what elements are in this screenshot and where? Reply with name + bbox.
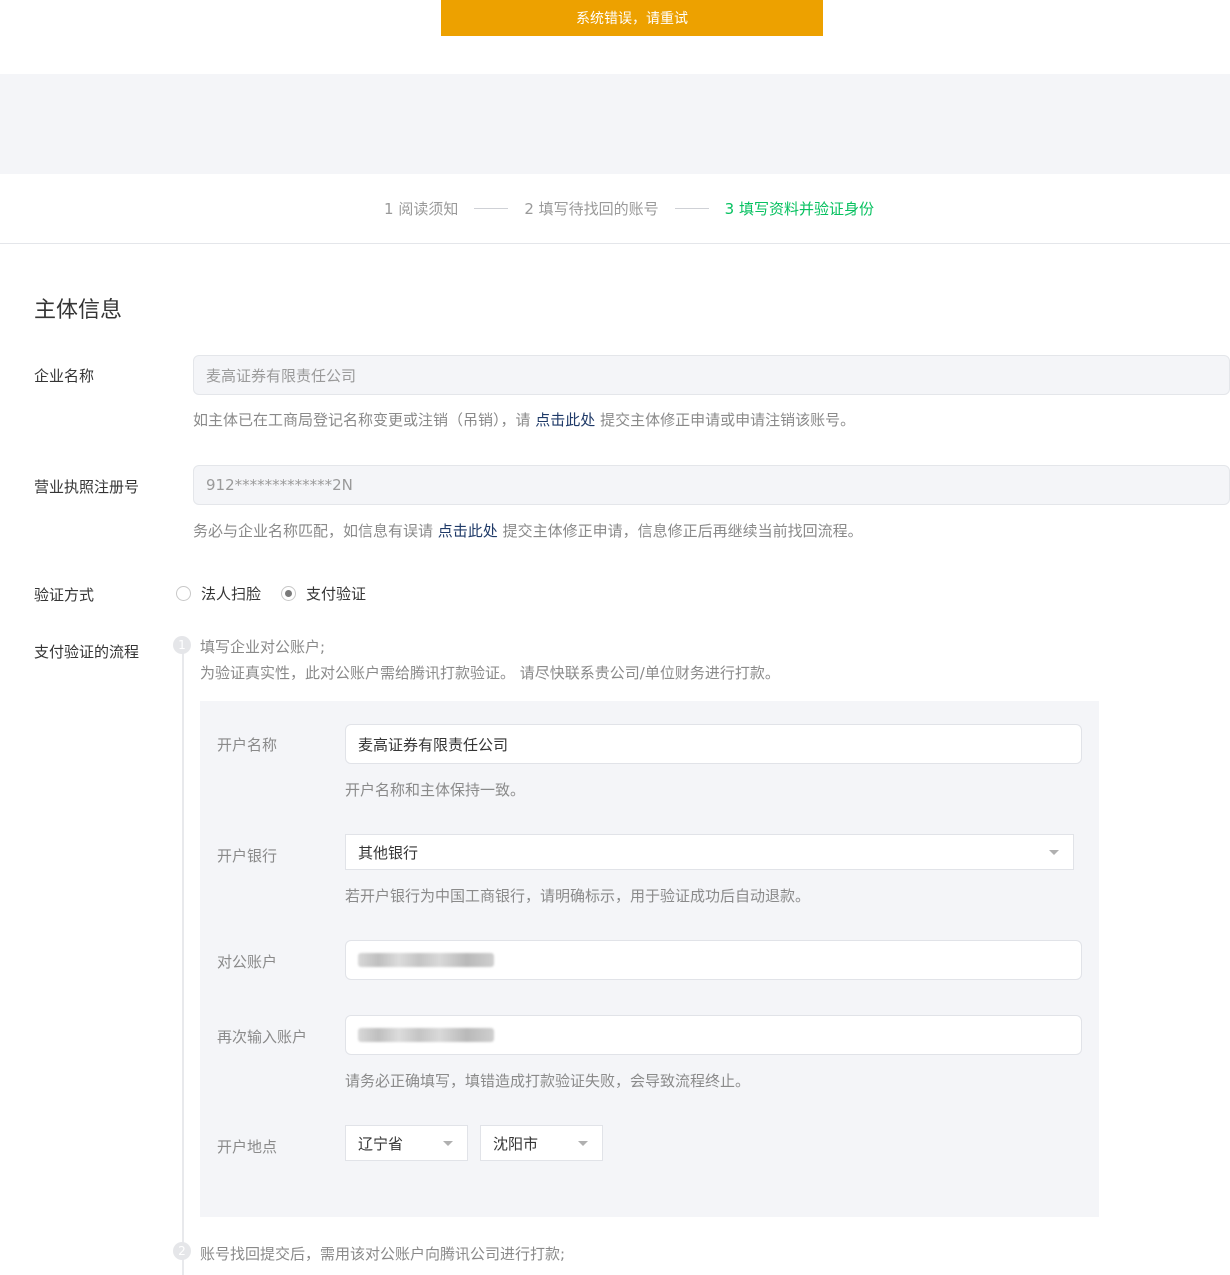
radio-label: 法人扫脸 [201, 585, 262, 603]
account-repeat-hint: 请务必正确填写，填错造成打款验证失败，会导致流程终止。 [345, 1072, 751, 1090]
account-repeat-label: 再次输入账户 [217, 1028, 308, 1046]
company-name-field: 麦高证券有限责任公司 [193, 355, 1230, 395]
verify-method-radio-group: 法人扫脸 支付验证 [176, 583, 386, 604]
payment-flow-label: 支付验证的流程 [34, 643, 140, 661]
hint-text: 务必与企业名称匹配，如信息有误请 [193, 522, 438, 540]
bank-select-value: 其他银行 [358, 843, 419, 862]
error-toast: 系统错误，请重试 [441, 0, 823, 36]
flow-step-number: 1 [173, 636, 191, 654]
header-banner [0, 74, 1230, 174]
hint-text: 如主体已在工商局登记名称变更或注销（吊销），请 [193, 411, 536, 429]
flow-step-number: 2 [173, 1242, 191, 1260]
radio-face-scan[interactable]: 法人扫脸 [176, 583, 261, 604]
province-value: 辽宁省 [358, 1134, 404, 1153]
flow-step1-title: 填写企业对公账户; [200, 638, 326, 656]
flow-step2-text: 账号找回提交后，需用该对公账户向腾讯公司进行打款; [200, 1245, 566, 1263]
radio-circle-checked[interactable] [281, 586, 297, 601]
radio-label: 支付验证 [306, 585, 367, 603]
company-name-hint: 如主体已在工商局登记名称变更或注销（吊销），请 点击此处 提交主体修正申请或申请… [193, 409, 855, 430]
city-select[interactable]: 沈阳市 [480, 1125, 603, 1161]
company-name-value: 麦高证券有限责任公司 [206, 366, 357, 385]
progress-steps: 1 阅读须知 2 填写待找回的账号 3 填写资料并验证身份 [0, 174, 1230, 244]
section-title: 主体信息 [34, 298, 123, 323]
bank-account-panel: 开户名称 麦高证券有限责任公司 开户名称和主体保持一致。 开户银行 其他银行 若… [200, 701, 1099, 1217]
license-number-value: 912*************2N [206, 476, 353, 494]
step-separator [474, 208, 509, 209]
account-name-input[interactable]: 麦高证券有限责任公司 [345, 724, 1082, 764]
radio-circle[interactable] [176, 586, 191, 601]
step-read-notice: 1 阅读须知 [384, 200, 459, 218]
company-correction-link[interactable]: 点击此处 [535, 411, 595, 429]
step-verify-identity: 3 填写资料并验证身份 [724, 200, 874, 218]
bank-label: 开户银行 [217, 847, 278, 865]
province-select[interactable]: 辽宁省 [345, 1125, 468, 1161]
city-value: 沈阳市 [493, 1134, 539, 1153]
step-fill-account: 2 填写待找回的账号 [524, 200, 659, 218]
license-correction-link[interactable]: 点击此处 [438, 522, 498, 540]
license-number-label: 营业执照注册号 [34, 478, 140, 496]
radio-payment-verify[interactable]: 支付验证 [281, 583, 366, 604]
account-number-input[interactable] [345, 940, 1082, 980]
hint-text: 提交主体修正申请或申请注销该账号。 [595, 411, 856, 429]
license-number-field: 912*************2N [193, 465, 1230, 505]
step-separator [674, 208, 709, 209]
company-name-label: 企业名称 [34, 367, 95, 385]
redacted-value [358, 953, 494, 967]
verify-method-label: 验证方式 [34, 586, 95, 604]
flow-step1-desc: 为验证真实性，此对公账户需给腾讯打款验证。 请尽快联系贵公司/单位财务进行打款。 [200, 664, 780, 682]
chevron-down-icon [578, 1141, 588, 1146]
flow-timeline [182, 646, 184, 1275]
location-label: 开户地点 [217, 1138, 278, 1156]
license-number-hint: 务必与企业名称匹配，如信息有误请 点击此处 提交主体修正申请，信息修正后再继续当… [193, 520, 863, 541]
account-name-hint: 开户名称和主体保持一致。 [345, 781, 526, 799]
account-name-label: 开户名称 [217, 736, 278, 754]
chevron-down-icon [443, 1141, 453, 1146]
account-number-label: 对公账户 [217, 953, 278, 971]
redacted-value [358, 1028, 494, 1042]
account-repeat-input[interactable] [345, 1015, 1082, 1055]
bank-hint: 若开户银行为中国工商银行，请明确标示，用于验证成功后自动退款。 [345, 887, 811, 905]
bank-select[interactable]: 其他银行 [345, 834, 1074, 870]
hint-text: 提交主体修正申请，信息修正后再继续当前找回流程。 [497, 522, 863, 540]
chevron-down-icon [1049, 850, 1059, 855]
account-name-value: 麦高证券有限责任公司 [358, 735, 509, 754]
